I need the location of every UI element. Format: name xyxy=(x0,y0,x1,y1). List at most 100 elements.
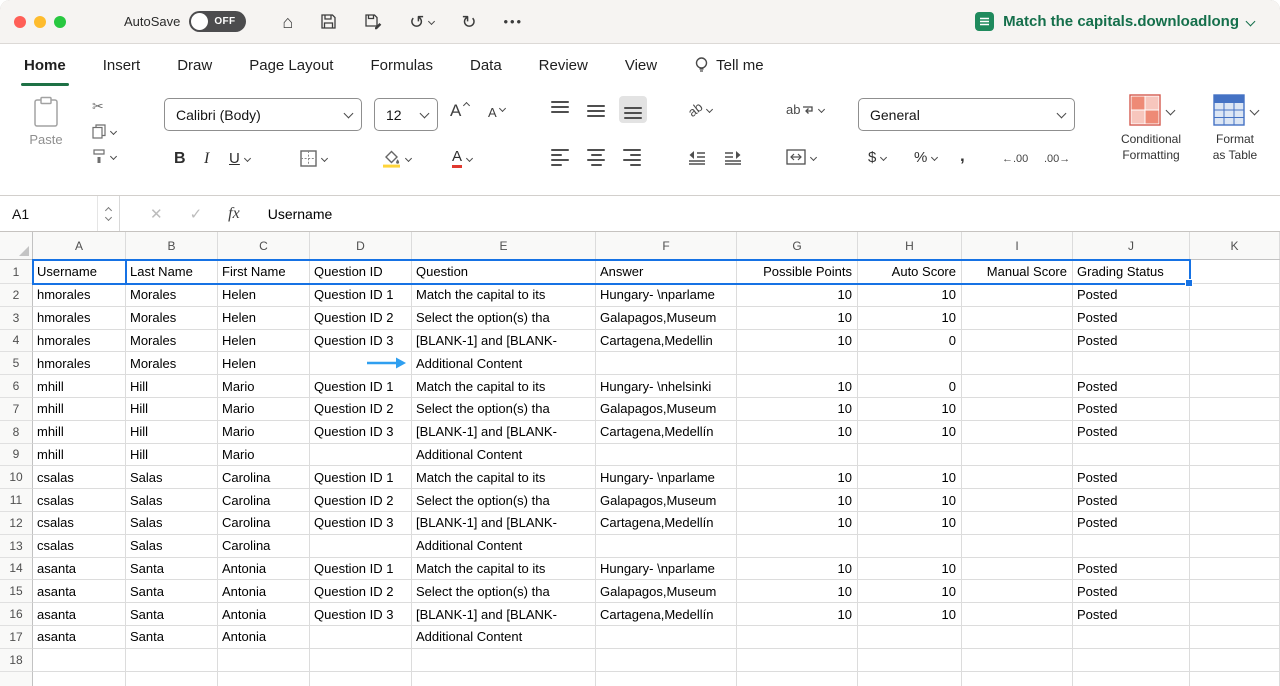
cell-c12[interactable]: Carolina xyxy=(218,512,310,535)
number-format-select[interactable]: General xyxy=(858,98,1075,131)
cell-b2[interactable]: Morales xyxy=(126,284,218,307)
cell-c9[interactable]: Mario xyxy=(218,444,310,467)
cell-g7[interactable]: 10 xyxy=(737,398,858,421)
conditional-formatting-button[interactable]: ConditionalFormatting xyxy=(1104,94,1198,163)
column-header-c[interactable]: C xyxy=(218,232,310,259)
cell-e7[interactable]: Select the option(s) tha xyxy=(412,398,596,421)
cell-e14[interactable]: Match the capital to its xyxy=(412,558,596,581)
cell-a12[interactable]: csalas xyxy=(33,512,126,535)
cell-f7[interactable]: Galapagos,Museum xyxy=(596,398,737,421)
borders-dropdown-icon[interactable] xyxy=(321,155,328,162)
cell-d8[interactable]: Question ID 3 xyxy=(310,421,412,444)
cell-d5[interactable] xyxy=(310,352,412,375)
cell-e12[interactable]: [BLANK-1] and [BLANK- xyxy=(412,512,596,535)
decrease-decimal-button[interactable]: .00→ xyxy=(1044,153,1070,165)
paste-button[interactable]: Paste xyxy=(20,96,72,147)
cell-e[interactable] xyxy=(412,672,596,686)
cell-b[interactable] xyxy=(126,672,218,686)
conditional-formatting-dropdown-icon[interactable] xyxy=(1165,106,1175,116)
row-number[interactable] xyxy=(0,672,33,686)
align-top-button[interactable] xyxy=(551,101,569,120)
title-chevron-icon[interactable] xyxy=(1246,17,1256,27)
row-number-3[interactable]: 3 xyxy=(0,307,33,330)
row-number-13[interactable]: 13 xyxy=(0,535,33,558)
row-number-4[interactable]: 4 xyxy=(0,330,33,353)
cell-c16[interactable]: Antonia xyxy=(218,603,310,626)
cell-i14[interactable] xyxy=(962,558,1073,581)
row-number-5[interactable]: 5 xyxy=(0,352,33,375)
cell-f12[interactable]: Cartagena,Medellín xyxy=(596,512,737,535)
save-as-icon[interactable] xyxy=(364,13,382,30)
cell-b17[interactable]: Santa xyxy=(126,626,218,649)
cell-g8[interactable]: 10 xyxy=(737,421,858,444)
cell-f4[interactable]: Cartagena,Medellin xyxy=(596,330,737,353)
more-toolbar-button[interactable]: ••• xyxy=(503,15,523,28)
align-center-button[interactable] xyxy=(587,149,605,168)
cell-d7[interactable]: Question ID 2 xyxy=(310,398,412,421)
cell-b1[interactable]: Last Name xyxy=(126,260,218,284)
cell-c17[interactable]: Antonia xyxy=(218,626,310,649)
cell-b13[interactable]: Salas xyxy=(126,535,218,558)
cell-k9[interactable] xyxy=(1190,444,1280,467)
cell-k16[interactable] xyxy=(1190,603,1280,626)
fill-color-dropdown-icon[interactable] xyxy=(405,154,412,161)
minimize-window-button[interactable] xyxy=(34,16,46,28)
cell-k4[interactable] xyxy=(1190,330,1280,353)
cell-i[interactable] xyxy=(962,672,1073,686)
cell-d[interactable] xyxy=(310,672,412,686)
cell-d12[interactable]: Question ID 3 xyxy=(310,512,412,535)
cell-k15[interactable] xyxy=(1190,580,1280,603)
cell-h9[interactable] xyxy=(858,444,962,467)
cell-h4[interactable]: 0 xyxy=(858,330,962,353)
merge-dropdown-icon[interactable] xyxy=(810,153,817,160)
cell-f[interactable] xyxy=(596,672,737,686)
row-number-8[interactable]: 8 xyxy=(0,421,33,444)
cell-h11[interactable]: 10 xyxy=(858,489,962,512)
copy-button[interactable] xyxy=(92,123,116,139)
cell-b3[interactable]: Morales xyxy=(126,307,218,330)
cell-a[interactable] xyxy=(33,672,126,686)
percent-format-button[interactable]: % xyxy=(914,149,937,166)
cell-b9[interactable]: Hill xyxy=(126,444,218,467)
align-middle-button[interactable] xyxy=(587,101,605,120)
cell-j6[interactable]: Posted xyxy=(1073,375,1190,398)
cell-g13[interactable] xyxy=(737,535,858,558)
cancel-icon[interactable]: ✕ xyxy=(150,205,163,223)
column-header-g[interactable]: G xyxy=(737,232,858,259)
bold-button[interactable]: B xyxy=(174,150,186,168)
name-box-stepper[interactable] xyxy=(97,196,111,231)
cell-a13[interactable]: csalas xyxy=(33,535,126,558)
insert-function-icon[interactable]: fx xyxy=(228,205,240,223)
cell-f10[interactable]: Hungary- \nparlame xyxy=(596,466,737,489)
cell-h5[interactable] xyxy=(858,352,962,375)
cell-d18[interactable] xyxy=(310,649,412,672)
cell-a9[interactable]: mhill xyxy=(33,444,126,467)
cell-e4[interactable]: [BLANK-1] and [BLANK- xyxy=(412,330,596,353)
underline-button[interactable]: U xyxy=(229,150,250,167)
cell-k8[interactable] xyxy=(1190,421,1280,444)
cell-f14[interactable]: Hungary- \nparlame xyxy=(596,558,737,581)
cell-c13[interactable]: Carolina xyxy=(218,535,310,558)
cell-b18[interactable] xyxy=(126,649,218,672)
row-number-10[interactable]: 10 xyxy=(0,466,33,489)
cell-d16[interactable]: Question ID 3 xyxy=(310,603,412,626)
cell-j7[interactable]: Posted xyxy=(1073,398,1190,421)
cell-a6[interactable]: mhill xyxy=(33,375,126,398)
cell-h6[interactable]: 0 xyxy=(858,375,962,398)
borders-button[interactable] xyxy=(300,150,327,167)
cell-j9[interactable] xyxy=(1073,444,1190,467)
cell-c2[interactable]: Helen xyxy=(218,284,310,307)
cell-j13[interactable] xyxy=(1073,535,1190,558)
cell-g9[interactable] xyxy=(737,444,858,467)
cell-g6[interactable]: 10 xyxy=(737,375,858,398)
cell-g18[interactable] xyxy=(737,649,858,672)
format-painter-dropdown-icon[interactable] xyxy=(110,152,117,159)
font-name-select[interactable]: Calibri (Body) xyxy=(164,98,362,131)
cell-f1[interactable]: Answer xyxy=(596,260,737,284)
row-number-2[interactable]: 2 xyxy=(0,284,33,307)
select-all-corner[interactable] xyxy=(0,232,33,259)
cell-d15[interactable]: Question ID 2 xyxy=(310,580,412,603)
italic-button[interactable]: I xyxy=(204,150,209,168)
row-number-16[interactable]: 16 xyxy=(0,603,33,626)
cell-f8[interactable]: Cartagena,Medellín xyxy=(596,421,737,444)
